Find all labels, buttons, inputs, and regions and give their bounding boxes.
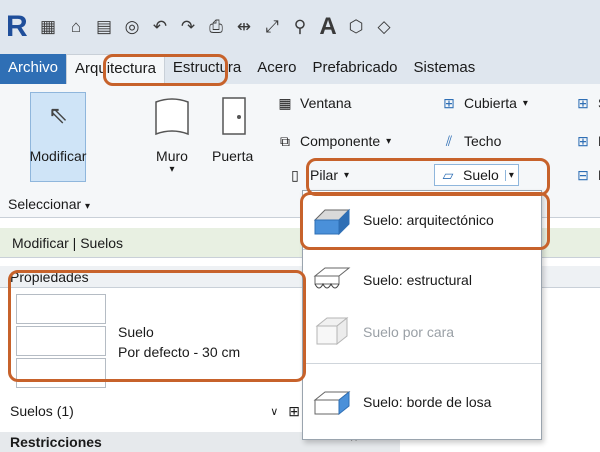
col3-s-button[interactable]: ⊞ S bbox=[574, 94, 600, 112]
text-icon[interactable]: A bbox=[316, 13, 340, 40]
seleccionar-dropdown[interactable]: Seleccionar ▾ bbox=[8, 196, 90, 212]
techo-button[interactable]: ⫽ Techo bbox=[440, 132, 501, 150]
open-icon[interactable]: ⌂ bbox=[64, 15, 88, 39]
door-icon bbox=[221, 97, 246, 135]
tab-sistemas[interactable]: Sistemas bbox=[406, 54, 484, 84]
menu-item-suelo-borde-de-losa[interactable]: Suelo: borde de losa bbox=[303, 377, 541, 427]
componente-label: Componente bbox=[300, 133, 381, 149]
roof-icon: ⊞ bbox=[443, 94, 455, 111]
cubierta-button[interactable]: ⊞ Cubierta ▾ bbox=[440, 94, 528, 112]
menu-item-suelo-arquitectonico[interactable]: Suelo: arquitectónico bbox=[303, 195, 541, 245]
cubierta-label: Cubierta bbox=[464, 95, 517, 111]
divider bbox=[303, 249, 541, 250]
chevron-down-icon: ∨ bbox=[270, 405, 279, 418]
pilar-button[interactable]: ▯ Pilar ▾ bbox=[286, 166, 349, 184]
type-preview-swatch bbox=[16, 326, 106, 356]
suelo-label: Suelo bbox=[463, 167, 499, 183]
slab-edge-icon bbox=[313, 390, 351, 416]
chevron-down-icon: ▾ bbox=[344, 169, 350, 181]
menu-item-label: Suelo: estructural bbox=[363, 272, 472, 288]
type-family: Suelo bbox=[118, 324, 154, 340]
sync-icon[interactable]: ◎ bbox=[120, 15, 144, 39]
railing-icon: ⊞ bbox=[577, 132, 589, 149]
section-icon[interactable]: ◇ bbox=[372, 15, 396, 39]
tab-archivo[interactable]: Archivo bbox=[0, 54, 67, 84]
type-selector-preview[interactable]: Suelo Por defecto - 30 cm bbox=[8, 292, 298, 388]
menu-item-label: Suelo: borde de losa bbox=[363, 394, 492, 410]
instance-selector-label: Suelos (1) bbox=[10, 403, 74, 419]
muro-button[interactable]: Muro ▾ bbox=[150, 94, 194, 175]
chevron-down-icon: ▾ bbox=[169, 164, 175, 175]
cursor-icon: ⇖ bbox=[47, 102, 69, 129]
floor-icon: ▱ bbox=[442, 166, 454, 183]
type-preview-swatch bbox=[16, 358, 106, 388]
mullion-icon: ⊟ bbox=[577, 166, 589, 183]
save-icon[interactable]: ▤ bbox=[92, 15, 116, 39]
ventana-label: Ventana bbox=[300, 95, 352, 111]
measure-icon[interactable]: ⇹ bbox=[232, 15, 256, 39]
architectural-floor-icon bbox=[313, 208, 351, 236]
tag-icon[interactable]: ⚲ bbox=[288, 15, 312, 39]
ventana-button[interactable]: ▦ Ventana bbox=[276, 94, 351, 112]
col3-r-button[interactable]: ⊞ R bbox=[574, 132, 600, 150]
chevron-down-icon[interactable]: ▾ bbox=[504, 169, 514, 181]
suelo-dropdown-menu: Suelo: arquitectónico Suelo: estructural… bbox=[302, 190, 542, 440]
component-icon: ⧉ bbox=[280, 132, 290, 149]
seleccionar-label: Seleccionar bbox=[8, 196, 82, 212]
puerta-button[interactable]: Puerta bbox=[212, 94, 253, 164]
puerta-label: Puerta bbox=[212, 148, 254, 164]
column-icon: ▯ bbox=[291, 166, 299, 183]
edit-type-icon[interactable]: ⊞ bbox=[288, 403, 300, 420]
structural-floor-icon bbox=[313, 267, 351, 289]
techo-label: Techo bbox=[464, 133, 502, 149]
suelo-button[interactable]: ▱ Suelo ▾ bbox=[434, 164, 519, 186]
divider bbox=[303, 363, 541, 364]
home-icon[interactable]: ▦ bbox=[36, 15, 60, 39]
3d-view-icon[interactable]: ⬡ bbox=[344, 15, 368, 39]
menu-item-label: Suelo por cara bbox=[363, 324, 455, 340]
dimension-icon[interactable]: ⤢ bbox=[260, 15, 284, 39]
col3-m-button[interactable]: ⊟ M bbox=[574, 166, 600, 184]
muro-label: Muro bbox=[156, 148, 188, 164]
chevron-down-icon: ▾ bbox=[386, 135, 392, 147]
window-icon: ▦ bbox=[278, 94, 292, 111]
type-variant: Por defecto - 30 cm bbox=[118, 344, 241, 360]
tab-acero[interactable]: Acero bbox=[249, 54, 304, 84]
redo-icon[interactable]: ↷ bbox=[176, 15, 200, 39]
section-label: Restricciones bbox=[10, 434, 102, 450]
pilar-label: Pilar bbox=[310, 167, 339, 183]
instance-selector[interactable]: Suelos (1) ∨ ⊞ bbox=[0, 398, 300, 424]
tab-arquitectura[interactable]: Arquitectura bbox=[66, 54, 165, 84]
menu-item-suelo-estructural[interactable]: Suelo: estructural bbox=[303, 255, 541, 305]
menu-item-suelo-por-cara[interactable]: Suelo por cara bbox=[303, 307, 541, 357]
tab-estructura[interactable]: Estructura bbox=[165, 54, 249, 84]
ribbon-tabs: Archivo Arquitectura Estructura Acero Pr… bbox=[0, 54, 600, 84]
app-logo[interactable]: R bbox=[6, 10, 32, 44]
undo-icon[interactable]: ↶ bbox=[148, 15, 172, 39]
chevron-down-icon: ▾ bbox=[85, 201, 91, 212]
ceiling-icon: ⫽ bbox=[445, 132, 453, 149]
stair-icon: ⊞ bbox=[577, 94, 589, 111]
menu-item-label: Suelo: arquitectónico bbox=[363, 212, 494, 228]
wall-icon bbox=[155, 98, 189, 136]
modificar-label: Modificar bbox=[29, 148, 87, 164]
modificar-button[interactable]: ⇖ Modificar bbox=[30, 92, 86, 182]
floor-by-face-icon bbox=[315, 316, 349, 346]
tab-prefabricado[interactable]: Prefabricado bbox=[304, 54, 405, 84]
quick-access-toolbar: R ▦ ⌂ ▤ ◎ ↶ ↷ ⎙ ⇹ ⤢ ⚲ A ⬡ ◇ bbox=[0, 0, 600, 54]
chevron-down-icon: ▾ bbox=[522, 97, 528, 109]
print-icon[interactable]: ⎙ bbox=[204, 15, 228, 39]
type-preview-swatch bbox=[16, 294, 106, 324]
componente-button[interactable]: ⧉ Componente ▾ bbox=[276, 132, 391, 150]
